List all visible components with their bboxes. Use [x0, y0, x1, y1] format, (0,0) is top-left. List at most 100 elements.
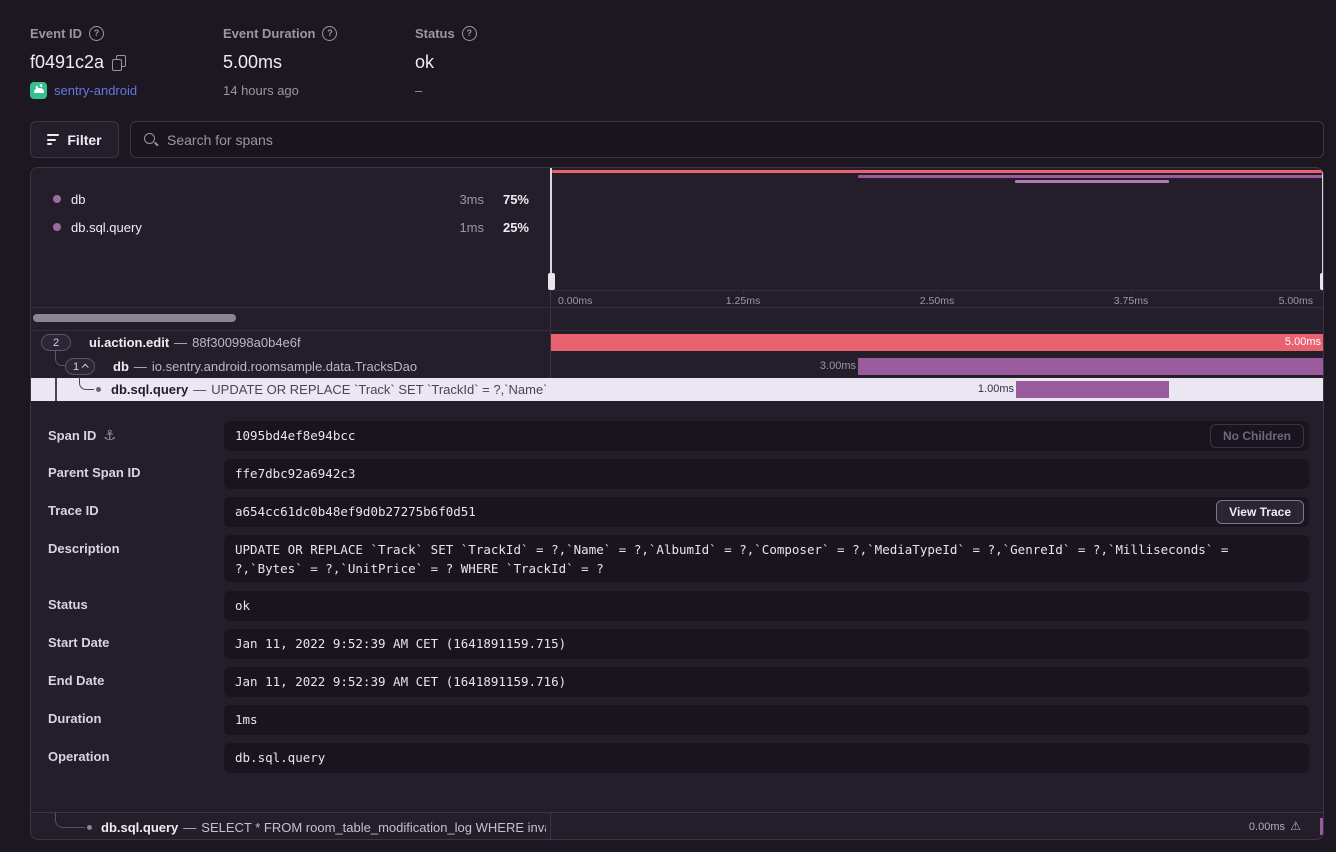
help-icon[interactable]: [322, 26, 337, 41]
tree-connector: [55, 378, 57, 401]
event-id-label-text: Event ID: [30, 26, 82, 41]
span-duration-label: 1.00ms: [978, 381, 1014, 398]
dash-separator: —: [183, 820, 196, 835]
dash-separator: —: [174, 335, 187, 350]
span-dot-icon: [87, 825, 92, 830]
detail-value-end-date: Jan 11, 2022 9:52:39 AM CET (1641891159.…: [224, 667, 1309, 697]
detail-value-description: UPDATE OR REPLACE `Track` SET `TrackId` …: [224, 535, 1309, 582]
detail-label-duration: Duration: [48, 711, 101, 726]
detail-label-text: End Date: [48, 673, 104, 688]
span-detail-page: Event ID f0491c2a sentry-android Event D…: [0, 0, 1336, 852]
description-value: UPDATE OR REPLACE `Track` SET `TrackId` …: [235, 542, 1228, 576]
legend-duration: 1ms: [414, 220, 484, 235]
detail-value-operation: db.sql.query: [224, 743, 1309, 773]
operation-value: db.sql.query: [235, 750, 325, 765]
span-op: ui.action.edit: [89, 335, 169, 350]
minimap-right-grip[interactable]: [1320, 273, 1325, 290]
view-trace-button[interactable]: View Trace: [1216, 500, 1304, 524]
end-date-value: Jan 11, 2022 9:52:39 AM CET (1641891159.…: [235, 674, 566, 689]
tree-connector-elbow: [55, 813, 85, 828]
legend-op: db.sql.query: [71, 220, 142, 235]
axis-label-3: 3.75ms: [1106, 295, 1156, 307]
span-bar-zero-duration: [1320, 818, 1323, 835]
span-bar-ui-action-edit: 5.00ms: [551, 334, 1324, 351]
dash-separator: —: [134, 359, 147, 374]
span-row-db-sql-query-select[interactable]: db.sql.query — SELECT * FROM room_table_…: [31, 813, 1324, 840]
chevron-up-icon: [82, 364, 89, 371]
detail-value-trace-id: a654cc61dc0b48ef9d0b27275b6f0d51 View Tr…: [224, 497, 1309, 527]
detail-label-text: Description: [48, 541, 120, 556]
span-search: [130, 121, 1324, 158]
anchor-icon[interactable]: ⚓: [103, 427, 116, 444]
badge-count: 1: [73, 361, 79, 373]
detail-label-description: Description: [48, 541, 120, 556]
detail-label-end-date: End Date: [48, 673, 104, 688]
dash-separator: —: [193, 382, 206, 397]
event-duration-block: Event Duration 5.00ms 14 hours ago: [223, 24, 337, 99]
minimap-span-db: [858, 175, 1323, 178]
span-op: db.sql.query: [101, 820, 178, 835]
event-duration-ago: 14 hours ago: [223, 83, 299, 98]
minimap-left-handle[interactable]: [550, 168, 552, 290]
span-desc: UPDATE OR REPLACE `Track` SET `TrackId` …: [211, 382, 546, 397]
help-icon[interactable]: [462, 26, 477, 41]
legend-dot-icon: [53, 195, 61, 203]
search-icon: [143, 132, 158, 147]
minimap-span-ui-action-edit: [552, 170, 1323, 173]
span-desc: 88f300998a0b4e6f: [192, 335, 300, 350]
axis-label-0: 0.00ms: [558, 295, 592, 307]
detail-label-operation: Operation: [48, 749, 109, 764]
help-icon[interactable]: [89, 26, 104, 41]
span-bar-duration: 5.00ms: [1285, 334, 1321, 351]
event-duration-value: 5.00ms: [223, 52, 282, 73]
detail-value-duration: 1ms: [224, 705, 1309, 735]
tree-connector: [55, 351, 65, 366]
project-row: sentry-android: [30, 81, 137, 99]
axis-label-1: 1.25ms: [718, 295, 768, 307]
span-row-ui-action-edit[interactable]: 2 ui.action.edit — 88f300998a0b4e6f 5.00…: [31, 331, 1324, 354]
minimap-span-db-sql-query: [1015, 180, 1169, 183]
children-count-badge[interactable]: 2: [41, 334, 71, 351]
detail-label-text: Operation: [48, 749, 109, 764]
span-duration-label: 3.00ms: [820, 358, 856, 375]
detail-value-start-date: Jan 11, 2022 9:52:39 AM CET (1641891159.…: [224, 629, 1309, 659]
detail-value-status: ok: [224, 591, 1309, 621]
span-duration-label: 0.00ms: [1249, 819, 1285, 836]
legend-percent: 75%: [485, 192, 529, 207]
legend-percent: 25%: [485, 220, 529, 235]
event-id-value-row: f0491c2a: [30, 51, 137, 73]
detail-label-status: Status: [48, 597, 88, 612]
parent-span-id-value: ffe7dbc92a6942c3: [235, 466, 355, 481]
badge-count: 2: [53, 337, 59, 349]
start-date-value: Jan 11, 2022 9:52:39 AM CET (1641891159.…: [235, 636, 566, 651]
no-children-button[interactable]: No Children: [1210, 424, 1304, 448]
filter-button[interactable]: Filter: [30, 121, 119, 158]
span-row-db-sql-query-selected[interactable]: db.sql.query — UPDATE OR REPLACE `Track`…: [31, 378, 1324, 401]
minimap-left-grip[interactable]: [548, 273, 555, 290]
legend-op: db: [71, 192, 85, 207]
detail-label-trace-id: Trace ID: [48, 503, 99, 518]
duration-value: 1ms: [235, 712, 258, 727]
status-sub: –: [415, 83, 422, 98]
span-desc: io.sentry.android.roomsample.data.Tracks…: [152, 359, 417, 374]
legend-item-db[interactable]: db 3ms 75%: [31, 185, 550, 213]
detail-label-text: Parent Span ID: [48, 465, 140, 480]
minimap-right-handle[interactable]: [1322, 168, 1324, 290]
android-platform-icon: [30, 82, 47, 99]
detail-label-text: Start Date: [48, 635, 109, 650]
span-id-value: 1095bd4ef8e94bcc: [235, 428, 355, 443]
tree-connector-elbow: [79, 377, 94, 390]
span-desc: SELECT * FROM room_table_modification_lo…: [201, 820, 546, 835]
horizontal-scrollbar[interactable]: [33, 314, 236, 322]
search-input[interactable]: [167, 132, 1311, 148]
expand-collapse-badge[interactable]: 1: [65, 358, 95, 375]
span-row-db[interactable]: 1 db — io.sentry.android.roomsample.data…: [31, 354, 1324, 378]
legend-dot-icon: [53, 223, 61, 231]
copy-icon[interactable]: [112, 55, 125, 70]
span-op: db.sql.query: [111, 382, 188, 397]
legend-item-db-sql-query[interactable]: db.sql.query 1ms 25%: [31, 213, 550, 241]
detail-label-start-date: Start Date: [48, 635, 109, 650]
status-block: Status ok –: [415, 24, 477, 99]
warning-icon: ⚠: [1290, 819, 1301, 833]
project-link[interactable]: sentry-android: [54, 83, 137, 98]
